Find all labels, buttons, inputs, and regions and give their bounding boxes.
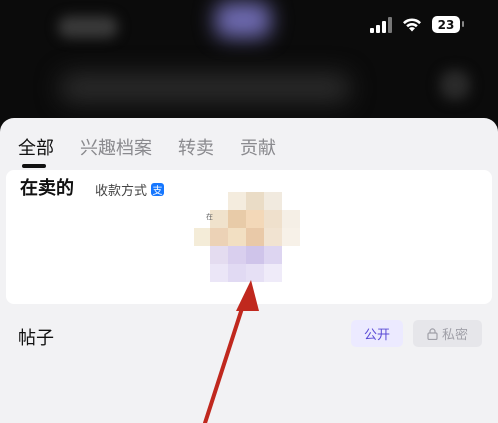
profile-content-sheet: 全部 兴趣档案 转卖 贡献 在卖的 收款方式 支 在 帖子 公开 私密: [0, 118, 498, 423]
blurred-avatar: [215, 2, 271, 38]
posts-title: 帖子: [18, 328, 54, 349]
blurred-text: [58, 16, 118, 38]
payment-method-link[interactable]: 收款方式 支: [95, 180, 165, 199]
item-label: 在: [206, 213, 213, 221]
battery-indicator: 23: [432, 16, 464, 33]
alipay-icon: 支: [151, 183, 165, 197]
pixelated-item-thumbnail[interactable]: [194, 192, 300, 290]
selling-title: 在卖的: [20, 178, 74, 199]
blurred-text: [60, 74, 350, 102]
tab-all[interactable]: 全部: [18, 134, 54, 160]
private-label: 私密: [441, 328, 468, 343]
wifi-icon: [403, 17, 421, 31]
tab-bar: 全部 兴趣档案 转卖 贡献: [18, 134, 276, 160]
private-button[interactable]: 私密: [413, 320, 482, 347]
tab-interest-profile[interactable]: 兴趣档案: [80, 134, 152, 160]
blurred-icon: [440, 70, 470, 100]
lock-icon: [427, 327, 438, 340]
payment-method-label: 收款方式: [95, 184, 148, 199]
public-button[interactable]: 公开: [351, 320, 403, 347]
tab-contributions[interactable]: 贡献: [240, 134, 276, 160]
signal-icon: [370, 16, 392, 33]
tab-resell[interactable]: 转卖: [178, 134, 214, 160]
active-tab-indicator: [22, 164, 46, 168]
status-bar: 23: [370, 16, 464, 33]
